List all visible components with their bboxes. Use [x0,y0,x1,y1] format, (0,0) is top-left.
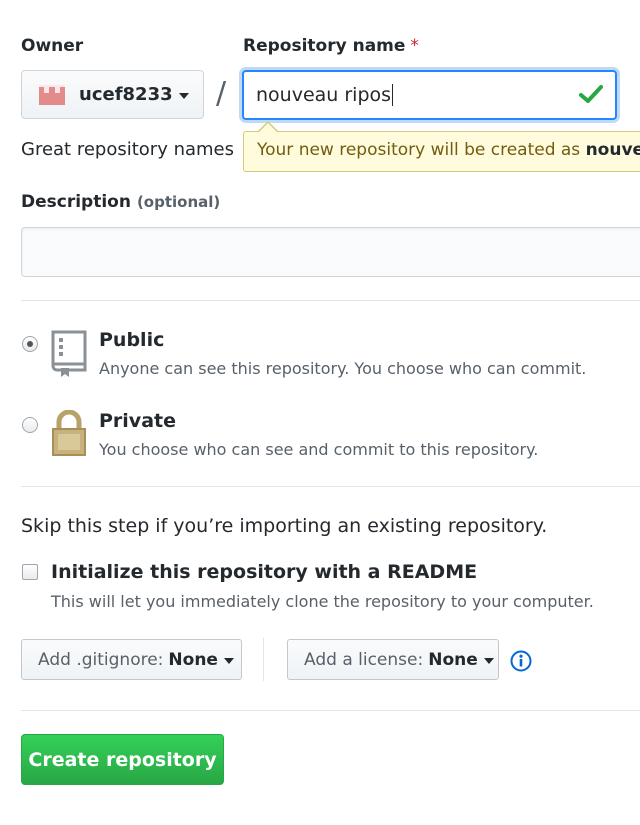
chevron-down-icon [483,657,494,664]
license-prefix: Add a license: [304,649,424,670]
divider [21,710,640,711]
create-repository-button[interactable]: Create repository [21,734,224,785]
gitignore-select-button[interactable]: Add .gitignore: None [21,639,242,680]
description-label: Description (optional) [21,192,220,212]
tooltip-prefix: Your new repository will be created as [257,140,581,160]
vertical-divider [263,638,264,681]
owner-repo-separator: / [216,76,227,111]
repo-name-input[interactable]: nouveau ripos [242,70,617,120]
repo-name-tooltip: Your new repository will be created as n… [243,131,640,172]
owner-username: ucef8233 [79,84,173,105]
repo-book-icon [51,330,87,377]
readme-checkbox[interactable] [22,564,38,580]
owner-label: Owner [21,36,84,56]
gitignore-value: None [168,649,218,670]
tooltip-arrow-fill [259,123,277,132]
owner-avatar-icon [39,84,65,105]
readme-description: This will let you immediately clone the … [51,592,594,611]
divider [21,486,640,487]
repo-name-hint: Great repository names [21,139,235,160]
check-icon [579,85,603,103]
text-cursor [392,84,394,106]
required-mark: * [410,36,419,56]
description-label-text: Description [21,192,131,212]
public-title: Public [99,329,165,351]
repo-name-label: Repository name * [243,36,419,56]
owner-select-button[interactable]: ucef8233 [21,70,204,119]
skip-step-note: Skip this step if you’re importing an ex… [21,515,548,537]
repo-name-value: nouveau ripos [256,84,392,106]
gitignore-prefix: Add .gitignore: [38,649,164,670]
lock-icon [52,410,86,456]
info-icon[interactable] [510,650,532,672]
description-input[interactable] [21,227,640,277]
chevron-down-icon [178,92,189,99]
repo-name-label-text: Repository name [243,36,406,56]
private-title: Private [99,410,176,432]
chevron-down-icon [223,657,234,664]
public-radio[interactable] [22,336,38,352]
license-value: None [428,649,478,670]
public-description: Anyone can see this repository. You choo… [99,359,587,378]
tooltip-repo-name: nouve [585,140,640,160]
license-select-button[interactable]: Add a license: None [287,639,499,680]
readme-label[interactable]: Initialize this repository with a README [51,561,477,583]
private-radio[interactable] [22,417,38,433]
private-description: You choose who can see and commit to thi… [99,440,539,459]
optional-tag: (optional) [136,193,221,211]
divider [21,300,640,301]
